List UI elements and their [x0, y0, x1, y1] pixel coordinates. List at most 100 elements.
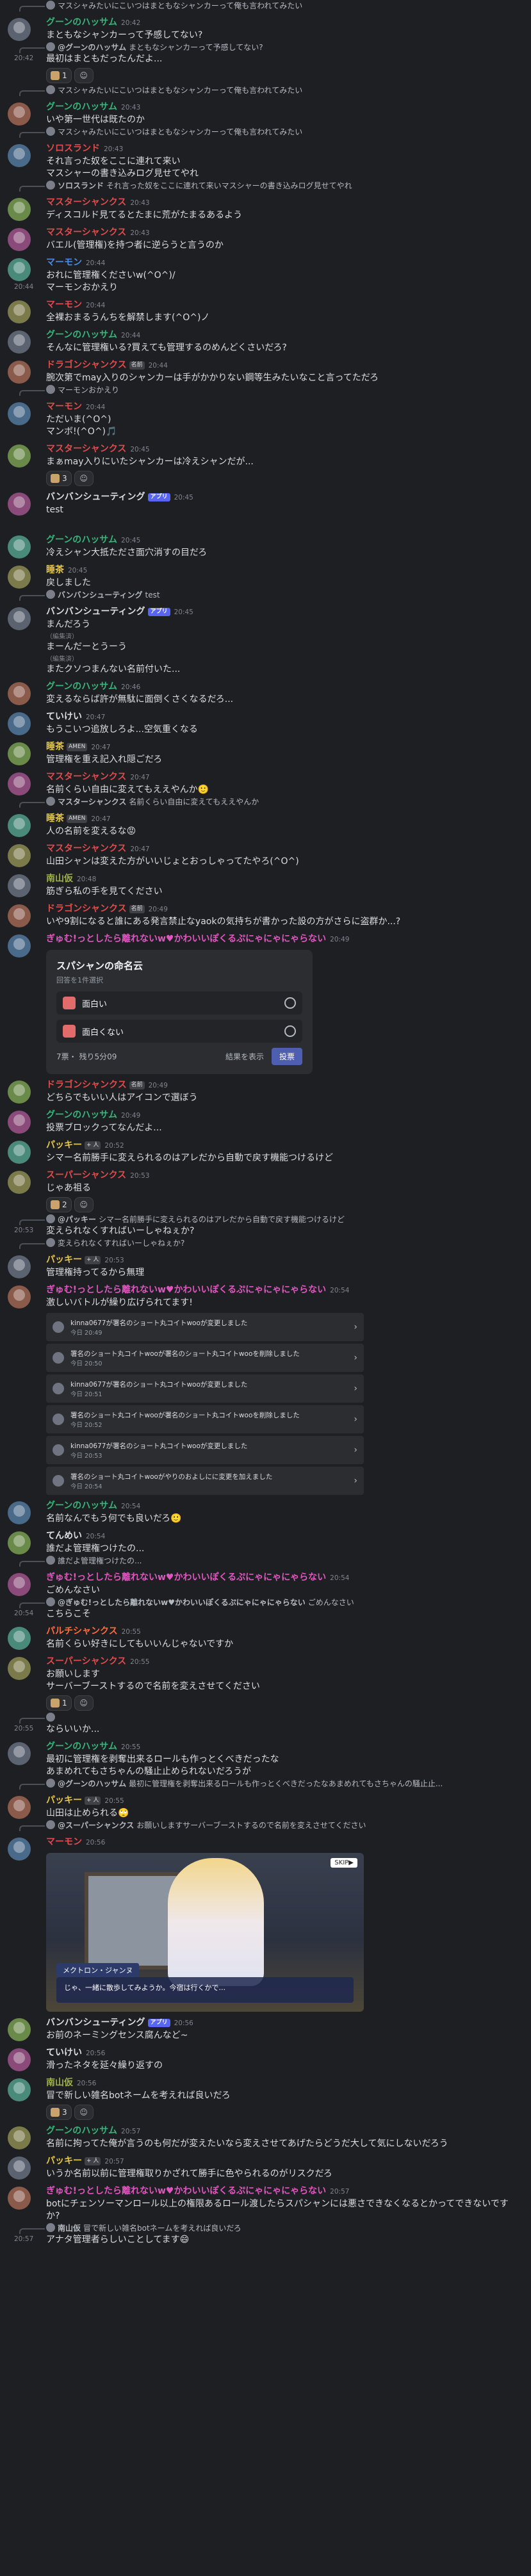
reply-author[interactable]: 南山仮	[58, 2224, 81, 2233]
username[interactable]: バンバンシューティング	[46, 2018, 145, 2028]
user-avatar[interactable]	[8, 2018, 31, 2041]
username[interactable]: パッキー	[46, 1140, 82, 1150]
reply-reference[interactable]: @グーンのハッサム まともなシャンカーって予感してない?	[0, 42, 531, 53]
username[interactable]: マスターシャンクス	[46, 772, 126, 782]
username[interactable]: ドラゴンシャンクス	[46, 904, 127, 914]
username[interactable]: グーンのハッサム	[46, 102, 117, 112]
radio-icon[interactable]	[284, 997, 296, 1009]
radio-icon[interactable]	[284, 1025, 296, 1037]
username[interactable]: 睡茶	[46, 742, 64, 752]
user-avatar[interactable]	[8, 742, 31, 765]
user-avatar[interactable]	[8, 607, 31, 630]
user-avatar[interactable]	[8, 330, 31, 354]
username[interactable]: ぎゅむ!っとしたら離れないw♥かわいいぽくるぷにゃにゃにゃらない	[46, 1572, 326, 1583]
username[interactable]: ぎゅむ!っとしたら離れないw♥かわいいぽくるぷにゃにゃにゃらない	[46, 1285, 326, 1295]
reply-author[interactable]: @スーパーシャンクス	[58, 1821, 134, 1830]
user-avatar[interactable]	[8, 1141, 31, 1164]
reply-reference[interactable]: 誰だよ管理権つけたの...	[0, 1555, 531, 1567]
reply-author[interactable]: バンバンシューティング	[58, 591, 142, 599]
user-avatar[interactable]	[8, 874, 31, 897]
reaction-chip[interactable]: 1	[46, 68, 72, 83]
username[interactable]: バンバンシューティング	[46, 492, 145, 502]
reaction-chip[interactable]: 1	[46, 1695, 72, 1711]
username[interactable]: ドラゴンシャンクス	[46, 1080, 127, 1090]
user-avatar[interactable]	[8, 1531, 31, 1554]
user-avatar[interactable]	[8, 1501, 31, 1524]
username[interactable]: マスターシャンクス	[46, 444, 126, 454]
username[interactable]: グーンのハッサム	[46, 1110, 117, 1120]
user-avatar[interactable]	[8, 2187, 31, 2210]
username[interactable]: パッキー	[46, 1795, 82, 1806]
reaction-chip[interactable]: 3	[46, 471, 72, 486]
add-reaction-icon[interactable]: ☺	[74, 471, 94, 486]
user-avatar[interactable]	[8, 1080, 31, 1104]
username[interactable]: ドラゴンシャンクス	[46, 360, 127, 370]
username[interactable]: マーモン	[46, 1837, 82, 1847]
user-avatar[interactable]	[8, 198, 31, 221]
reaction-chip[interactable]: 3	[46, 2105, 72, 2120]
user-avatar[interactable]	[8, 566, 31, 589]
user-avatar[interactable]	[8, 1742, 31, 1765]
user-avatar[interactable]	[8, 361, 31, 384]
reply-reference[interactable]: 南山仮 冒で新しい雑名botネームを考えれば良いだろ	[0, 2222, 531, 2234]
game-screenshot-image[interactable]: SKIP▶ メクトロン・ジャンヌ じゃ、一緒に散歩してみようか。今宿は行くかで...	[46, 1853, 364, 2012]
reply-reference[interactable]: マスシャみたいにこいつはまともなシャンカーって俺も言われてみたい	[0, 85, 531, 96]
audit-log-row[interactable]: kinna0677が署名のショート丸コイトwooが変更しました 今日 20:49 ›	[46, 1313, 364, 1341]
username[interactable]: スーパーシャンクス	[46, 1656, 126, 1667]
username[interactable]: グーンのハッサム	[46, 535, 117, 545]
add-reaction-icon[interactable]: ☺	[74, 1197, 94, 1212]
poll-option[interactable]: 面白い	[56, 991, 302, 1015]
user-avatar[interactable]	[8, 258, 31, 281]
reply-reference[interactable]: @グーンのハッサム 最初に管理権を剥奪出来るロールも作っとくべきだったなあまめれて…	[0, 1778, 531, 1789]
username[interactable]: 南山仮	[46, 2078, 73, 2088]
username[interactable]: マーモン	[46, 257, 82, 268]
reply-reference[interactable]: @パッキー シマー名前勝手に変えられるのはアレだから自動で戻す機能つけるけど	[0, 1214, 531, 1225]
user-avatar[interactable]	[8, 2048, 31, 2071]
user-avatar[interactable]	[8, 493, 31, 516]
reaction-chip[interactable]: 2	[46, 1197, 72, 1212]
username[interactable]: ぎゅむ!っとしたら離れないw♥かわいいぽくるぷにゃにゃにゃらない	[46, 2186, 326, 2196]
user-avatar[interactable]	[8, 1171, 31, 1194]
user-avatar[interactable]	[8, 1796, 31, 1819]
audit-log-row[interactable]: 署名のショート丸コイトwooが署名のショート丸コイトwooを削除しました 今日 2…	[46, 1405, 364, 1433]
user-avatar[interactable]	[8, 1627, 31, 1650]
username[interactable]: マーモン	[46, 402, 82, 412]
audit-log-row[interactable]: 署名のショート丸コイトwooがやりのおよしにに変更を加えました 今日 20:54 ›	[46, 1467, 364, 1495]
user-avatar[interactable]	[8, 402, 31, 425]
username[interactable]: マスターシャンクス	[46, 844, 126, 854]
username[interactable]: 南山仮	[46, 874, 73, 884]
username[interactable]: ぎゅむ!っとしたら離れないw♥かわいいぽくるぷにゃにゃにゃらない	[46, 934, 326, 944]
user-avatar[interactable]	[8, 904, 31, 927]
username[interactable]: スーパーシャンクス	[46, 1170, 126, 1180]
reply-reference[interactable]: バンバンシューティング test	[0, 589, 531, 601]
username[interactable]: グーンのハッサム	[46, 681, 117, 692]
username[interactable]: グーンのハッサム	[46, 2126, 117, 2136]
audit-log-row[interactable]: kinna0677が署名のショート丸コイトwooが変更しました 今日 20:53 ›	[46, 1436, 364, 1464]
username[interactable]: マスターシャンクス	[46, 227, 126, 238]
username[interactable]: パッキー	[46, 2156, 82, 2166]
reply-author[interactable]: ソロスランド	[58, 181, 104, 190]
add-reaction-icon[interactable]: ☺	[74, 68, 94, 83]
user-avatar[interactable]	[8, 712, 31, 735]
reply-reference[interactable]: @ぎゅむ!っとしたら離れないw♥かわいいぽくるぷにゃにゃにゃらない ごめんなさい	[0, 1597, 531, 1608]
user-avatar[interactable]	[8, 228, 31, 251]
reply-reference[interactable]: マスターシャンクス 名前くらい自由に変えてもええやんか	[0, 796, 531, 808]
username[interactable]: パッキー	[46, 1255, 82, 1265]
poll-vote-button[interactable]: 投票	[271, 1048, 302, 1065]
user-avatar[interactable]	[8, 2156, 31, 2180]
user-avatar[interactable]	[8, 1111, 31, 1134]
audit-log-row[interactable]: kinna0677が署名のショート丸コイトwooが変更しました 今日 20:51 ›	[46, 1374, 364, 1403]
username[interactable]: ソロスランド	[46, 143, 100, 154]
reply-author[interactable]: @パッキー	[58, 1215, 96, 1224]
username[interactable]: てんめい	[46, 1531, 82, 1541]
user-avatar[interactable]	[8, 1573, 31, 1596]
user-avatar[interactable]	[8, 844, 31, 867]
user-avatar[interactable]	[8, 2126, 31, 2149]
reply-author[interactable]: @ぎゅむ!っとしたら離れないw♥かわいいぽくるぷにゃにゃにゃらない	[58, 1598, 306, 1607]
reply-reference[interactable]	[0, 1712, 531, 1724]
user-avatar[interactable]	[8, 102, 31, 126]
username[interactable]: グーンのハッサム	[46, 1501, 117, 1511]
user-avatar[interactable]	[8, 18, 31, 41]
reply-reference[interactable]: 変えられなくすればいーしゃねぇか?	[0, 1237, 531, 1249]
username[interactable]: 睡茶	[46, 813, 64, 824]
